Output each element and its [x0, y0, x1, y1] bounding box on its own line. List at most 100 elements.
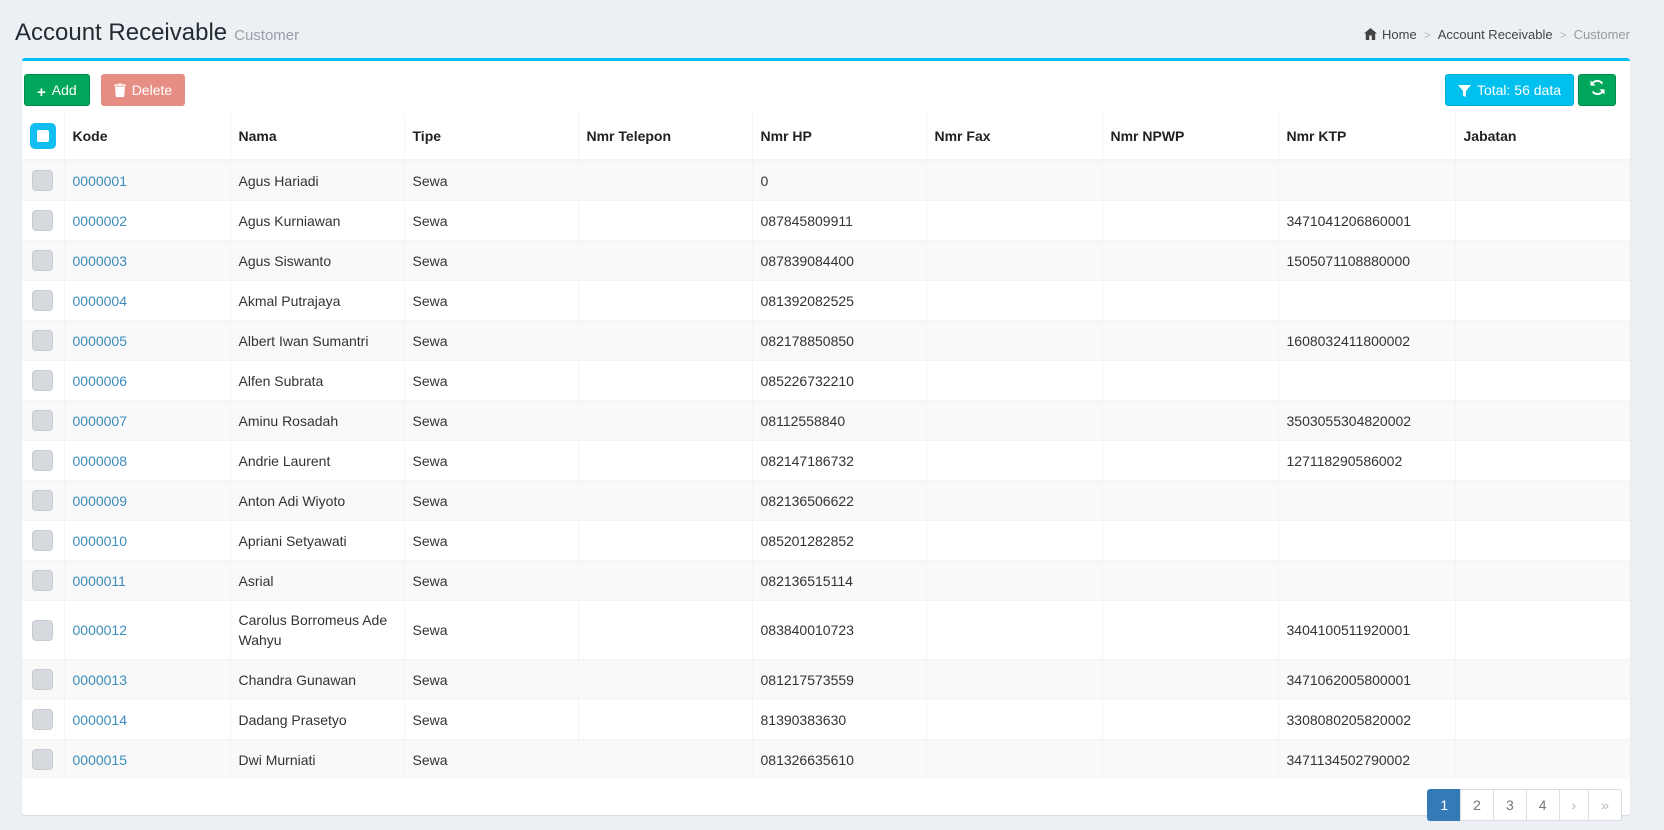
- row-checkbox[interactable]: [32, 620, 53, 641]
- row-checkbox[interactable]: [32, 170, 53, 191]
- cell-tipe: Sewa: [404, 201, 578, 241]
- cell-fax: [926, 401, 1102, 441]
- cell-nama: Asrial: [230, 561, 404, 601]
- row-checkbox[interactable]: [32, 669, 53, 690]
- cell-jabatan: [1455, 740, 1630, 780]
- cell-hp: 081326635610: [752, 740, 926, 780]
- cell-nama: Alfen Subrata: [230, 361, 404, 401]
- pagination-last-button[interactable]: »: [1588, 789, 1622, 821]
- cell-kode: 0000015: [64, 740, 230, 780]
- cell-kode: 0000007: [64, 401, 230, 441]
- kode-link[interactable]: 0000015: [73, 752, 128, 768]
- cell-tipe: Sewa: [404, 321, 578, 361]
- row-checkbox[interactable]: [32, 709, 53, 730]
- row-checkbox[interactable]: [32, 570, 53, 591]
- cell-npwp: [1102, 160, 1278, 201]
- kode-link[interactable]: 0000012: [73, 622, 128, 638]
- table-row: 0000015Dwi MurniatiSewa08132663561034711…: [22, 740, 1630, 780]
- row-checkbox[interactable]: [32, 530, 53, 551]
- row-checkbox[interactable]: [32, 370, 53, 391]
- customer-panel: +Add Delete Total: 56 data Kode Nama Tipe…: [22, 58, 1630, 815]
- select-all-cell: [22, 113, 64, 160]
- cell-fax: [926, 241, 1102, 281]
- cell-nama: Dadang Prasetyo: [230, 700, 404, 740]
- cell-nama: Agus Siswanto: [230, 241, 404, 281]
- breadcrumb-home-link[interactable]: Home: [1364, 27, 1417, 42]
- row-checkbox[interactable]: [32, 250, 53, 271]
- kode-link[interactable]: 0000002: [73, 213, 128, 229]
- column-header-jabatan: Jabatan: [1455, 113, 1630, 160]
- cell-telepon: [578, 601, 752, 660]
- cell-jabatan: [1455, 160, 1630, 201]
- pagination-page-3-button[interactable]: 3: [1493, 789, 1527, 821]
- row-checkbox[interactable]: [32, 290, 53, 311]
- row-checkbox[interactable]: [32, 749, 53, 770]
- cell-npwp: [1102, 281, 1278, 321]
- cell-npwp: [1102, 401, 1278, 441]
- cell-ktp: 3471062005800001: [1278, 660, 1455, 700]
- pagination-page-2-button[interactable]: 2: [1460, 789, 1494, 821]
- row-checkbox-cell: [22, 361, 64, 401]
- cell-jabatan: [1455, 521, 1630, 561]
- add-button[interactable]: +Add: [24, 74, 90, 106]
- pagination-next-button[interactable]: ›: [1559, 789, 1590, 821]
- table-row: 0000006 Alfen SubrataSewa 085226732210: [22, 361, 1630, 401]
- cell-npwp: [1102, 740, 1278, 780]
- cell-kode: 0000009: [64, 481, 230, 521]
- refresh-icon: [1590, 82, 1605, 98]
- breadcrumb: Home>Account Receivable>Customer: [1364, 27, 1630, 43]
- breadcrumb-account-receivable-link[interactable]: Account Receivable: [1438, 27, 1553, 42]
- kode-link[interactable]: 0000007: [73, 413, 128, 429]
- table-header-row: Kode Nama Tipe Nmr Telepon Nmr HP Nmr Fa…: [22, 113, 1630, 160]
- cell-telepon: [578, 521, 752, 561]
- select-all-checkbox[interactable]: [30, 123, 56, 149]
- row-checkbox[interactable]: [32, 450, 53, 471]
- cell-nama: Akmal Putrajaya: [230, 281, 404, 321]
- home-icon: [1364, 28, 1377, 43]
- table-row: 0000012Carolus Borromeus Ade WahyuSewa08…: [22, 601, 1630, 660]
- row-checkbox[interactable]: [32, 490, 53, 511]
- total-filter-button[interactable]: Total: 56 data: [1445, 74, 1574, 106]
- page-subtitle: Customer: [234, 27, 299, 44]
- table-row: 0000014Dadang PrasetyoSewa81390383630330…: [22, 700, 1630, 740]
- table-row: 0000010Apriani SetyawatiSewa085201282852: [22, 521, 1630, 561]
- cell-hp: 085201282852: [752, 521, 926, 561]
- cell-tipe: Sewa: [404, 740, 578, 780]
- pagination-page-1-button[interactable]: 1: [1427, 789, 1461, 821]
- cell-nama: Apriani Setyawati: [230, 521, 404, 561]
- kode-link[interactable]: 0000004: [73, 293, 128, 309]
- row-checkbox[interactable]: [32, 410, 53, 431]
- kode-link[interactable]: 0000009: [73, 493, 128, 509]
- cell-tipe: Sewa: [404, 361, 578, 401]
- cell-ktp: [1278, 281, 1455, 321]
- cell-ktp: 127118290586002: [1278, 441, 1455, 481]
- customer-table-body: 0000001Agus HariadiSewa00000002Agus Kurn…: [22, 160, 1630, 779]
- refresh-button[interactable]: [1578, 74, 1616, 106]
- kode-link[interactable]: 0000010: [73, 533, 128, 549]
- delete-button[interactable]: Delete: [101, 74, 185, 106]
- row-checkbox[interactable]: [32, 330, 53, 351]
- cell-kode: 0000005: [64, 321, 230, 361]
- cell-kode: 0000010: [64, 521, 230, 561]
- cell-fax: [926, 660, 1102, 700]
- page-title: Account Receivable: [15, 19, 227, 46]
- cell-hp: 085226732210: [752, 361, 926, 401]
- kode-link[interactable]: 0000013: [73, 672, 128, 688]
- cell-tipe: Sewa: [404, 601, 578, 660]
- row-checkbox[interactable]: [32, 210, 53, 231]
- row-checkbox-cell: [22, 401, 64, 441]
- cell-kode: 0000012: [64, 601, 230, 660]
- kode-link[interactable]: 0000003: [73, 253, 128, 269]
- cell-telepon: [578, 700, 752, 740]
- kode-link[interactable]: 0000014: [73, 712, 128, 728]
- pagination-page-4-button[interactable]: 4: [1526, 789, 1560, 821]
- kode-link[interactable]: 0000005: [73, 333, 128, 349]
- kode-link[interactable]: 0000008: [73, 453, 128, 469]
- row-checkbox-cell: [22, 481, 64, 521]
- kode-link[interactable]: 0000011: [73, 573, 126, 589]
- cell-ktp: 1505071108880000: [1278, 241, 1455, 281]
- table-row: 0000008Andrie LaurentSewa082147186732127…: [22, 441, 1630, 481]
- kode-link[interactable]: 0000006: [73, 373, 128, 389]
- kode-link[interactable]: 0000001: [73, 173, 128, 189]
- cell-nama: Chandra Gunawan: [230, 660, 404, 700]
